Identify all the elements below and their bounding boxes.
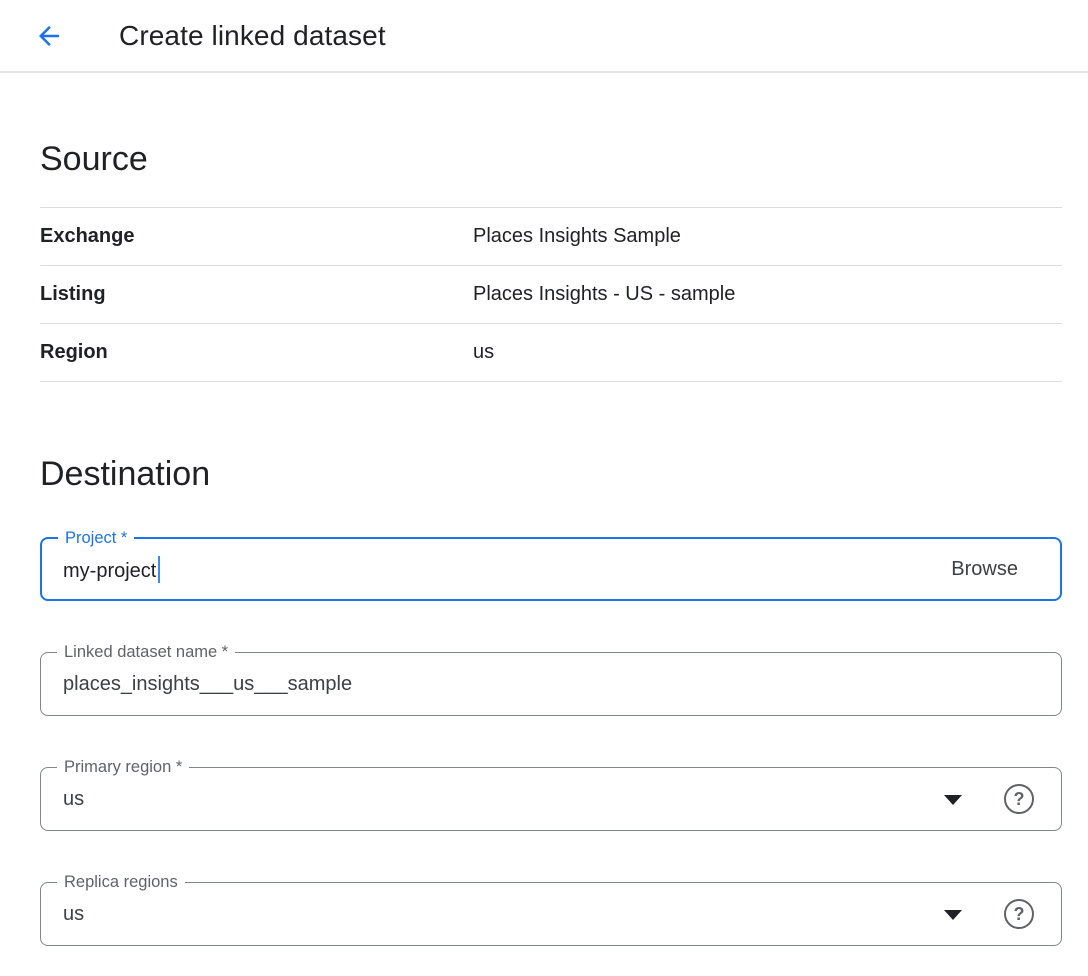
table-row-listing: Listing Places Insights - US - sample — [40, 266, 1062, 324]
arrow-left-icon — [34, 21, 64, 51]
listing-value: Places Insights - US - sample — [473, 283, 735, 306]
destination-section-heading: Destination — [40, 452, 1062, 496]
back-button[interactable] — [33, 20, 65, 52]
project-field[interactable]: Project * my-project Browse — [40, 537, 1062, 601]
page-title: Create linked dataset — [119, 20, 386, 52]
page-header: Create linked dataset — [0, 0, 1088, 73]
help-icon[interactable]: ? — [1004, 899, 1034, 929]
listing-label: Listing — [40, 283, 473, 306]
browse-button[interactable]: Browse — [951, 558, 1018, 581]
region-value: us — [473, 341, 494, 364]
source-info-table: Exchange Places Insights Sample Listing … — [40, 207, 1062, 382]
replica-regions-value: us — [41, 903, 84, 926]
primary-region-label: Primary region * — [57, 757, 189, 778]
chevron-down-icon[interactable] — [944, 795, 962, 805]
help-icon[interactable]: ? — [1004, 784, 1034, 814]
project-field-label: Project * — [58, 528, 134, 549]
main-content: Source Exchange Places Insights Sample L… — [0, 137, 1088, 946]
region-label: Region — [40, 341, 473, 364]
chevron-down-icon[interactable] — [944, 910, 962, 920]
primary-region-value: us — [41, 788, 84, 811]
exchange-label: Exchange — [40, 225, 473, 248]
table-row-region: Region us — [40, 324, 1062, 382]
source-section-heading: Source — [40, 137, 1062, 181]
linked-dataset-name-field[interactable]: Linked dataset name * places_insights___… — [40, 652, 1062, 716]
exchange-value: Places Insights Sample — [473, 225, 681, 248]
primary-region-select[interactable]: Primary region * us ? — [40, 767, 1062, 831]
replica-regions-select[interactable]: Replica regions us ? — [40, 882, 1062, 946]
project-field-value: my-project — [42, 556, 160, 583]
linked-dataset-name-value: places_insights___us___sample — [41, 673, 352, 696]
replica-regions-label: Replica regions — [57, 872, 185, 893]
text-cursor — [158, 556, 160, 583]
linked-dataset-name-label: Linked dataset name * — [57, 642, 235, 663]
table-row-exchange: Exchange Places Insights Sample — [40, 208, 1062, 266]
